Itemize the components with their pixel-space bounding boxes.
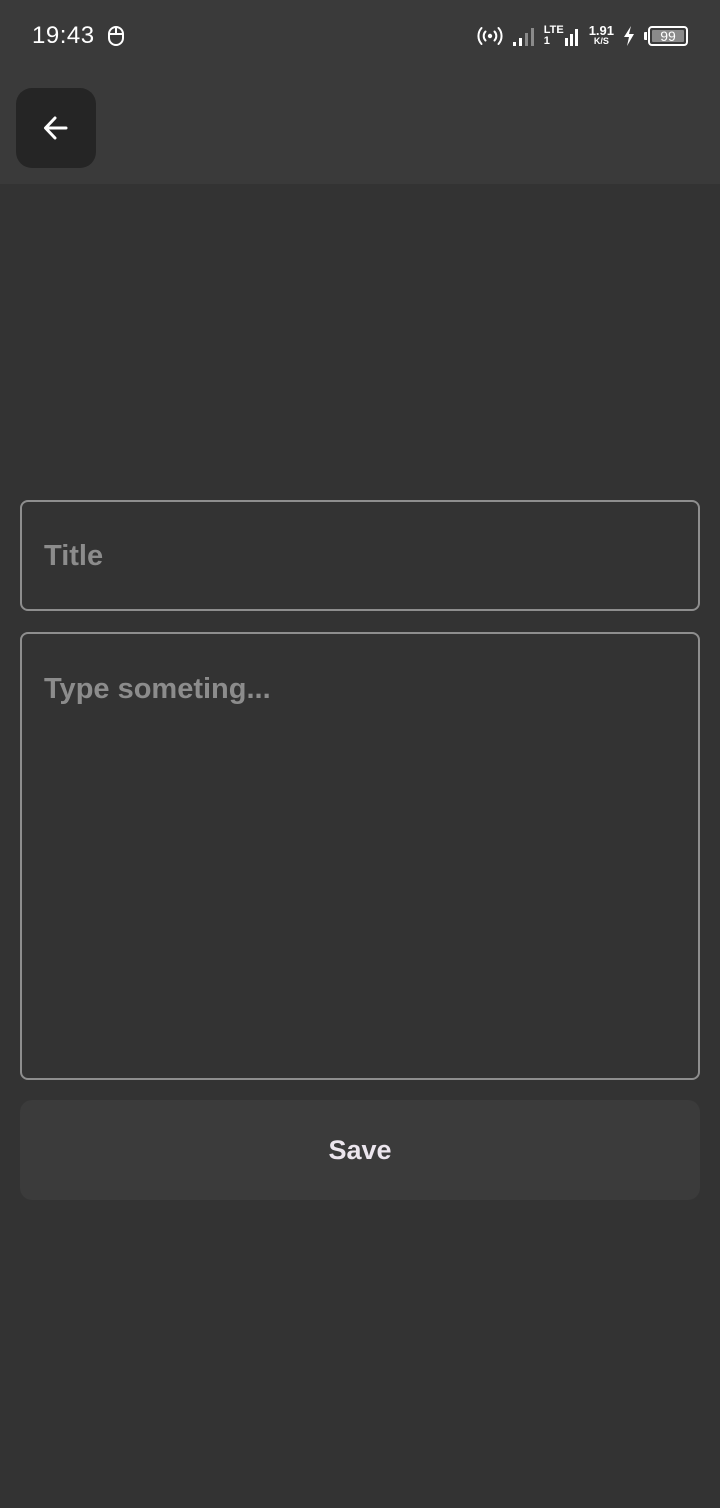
hotspot-icon [477,27,503,45]
mouse-icon [108,26,124,46]
charging-icon [624,26,634,46]
sim-slot-label: 1 [543,35,550,47]
title-input[interactable] [44,536,676,576]
battery-indicator: 99 [644,26,688,46]
status-time: 19:43 [32,22,95,49]
signal-icon [512,28,534,46]
lte-signal: LTE 1 [544,25,581,47]
network-speed-unit: K/S [593,36,609,46]
save-button[interactable]: Save [20,1100,700,1200]
body-field [20,632,700,1080]
battery-tip [644,32,647,40]
arrow-left-icon [44,116,68,140]
status-icons: LTE 1 1.91 K/S 99 [476,22,688,50]
title-field [20,500,700,611]
signal-icon [564,29,578,46]
status-bar: 19:43 LTE 1 1.91 K/S 99 [0,0,720,72]
body-textarea[interactable] [44,670,676,1058]
back-button[interactable] [16,88,96,168]
note-editor-screen: 19:43 LTE 1 1.91 K/S 99 Title Type somet… [0,0,720,1508]
battery-level: 99 [660,28,676,44]
app-header: 19:43 LTE 1 1.91 K/S 99 [0,0,720,184]
save-button-label: Save [328,1134,392,1165]
network-speed-value: 1.91 [588,23,614,38]
battery-icon: 99 [648,26,688,46]
network-speed: 1.91 K/S [588,23,614,47]
